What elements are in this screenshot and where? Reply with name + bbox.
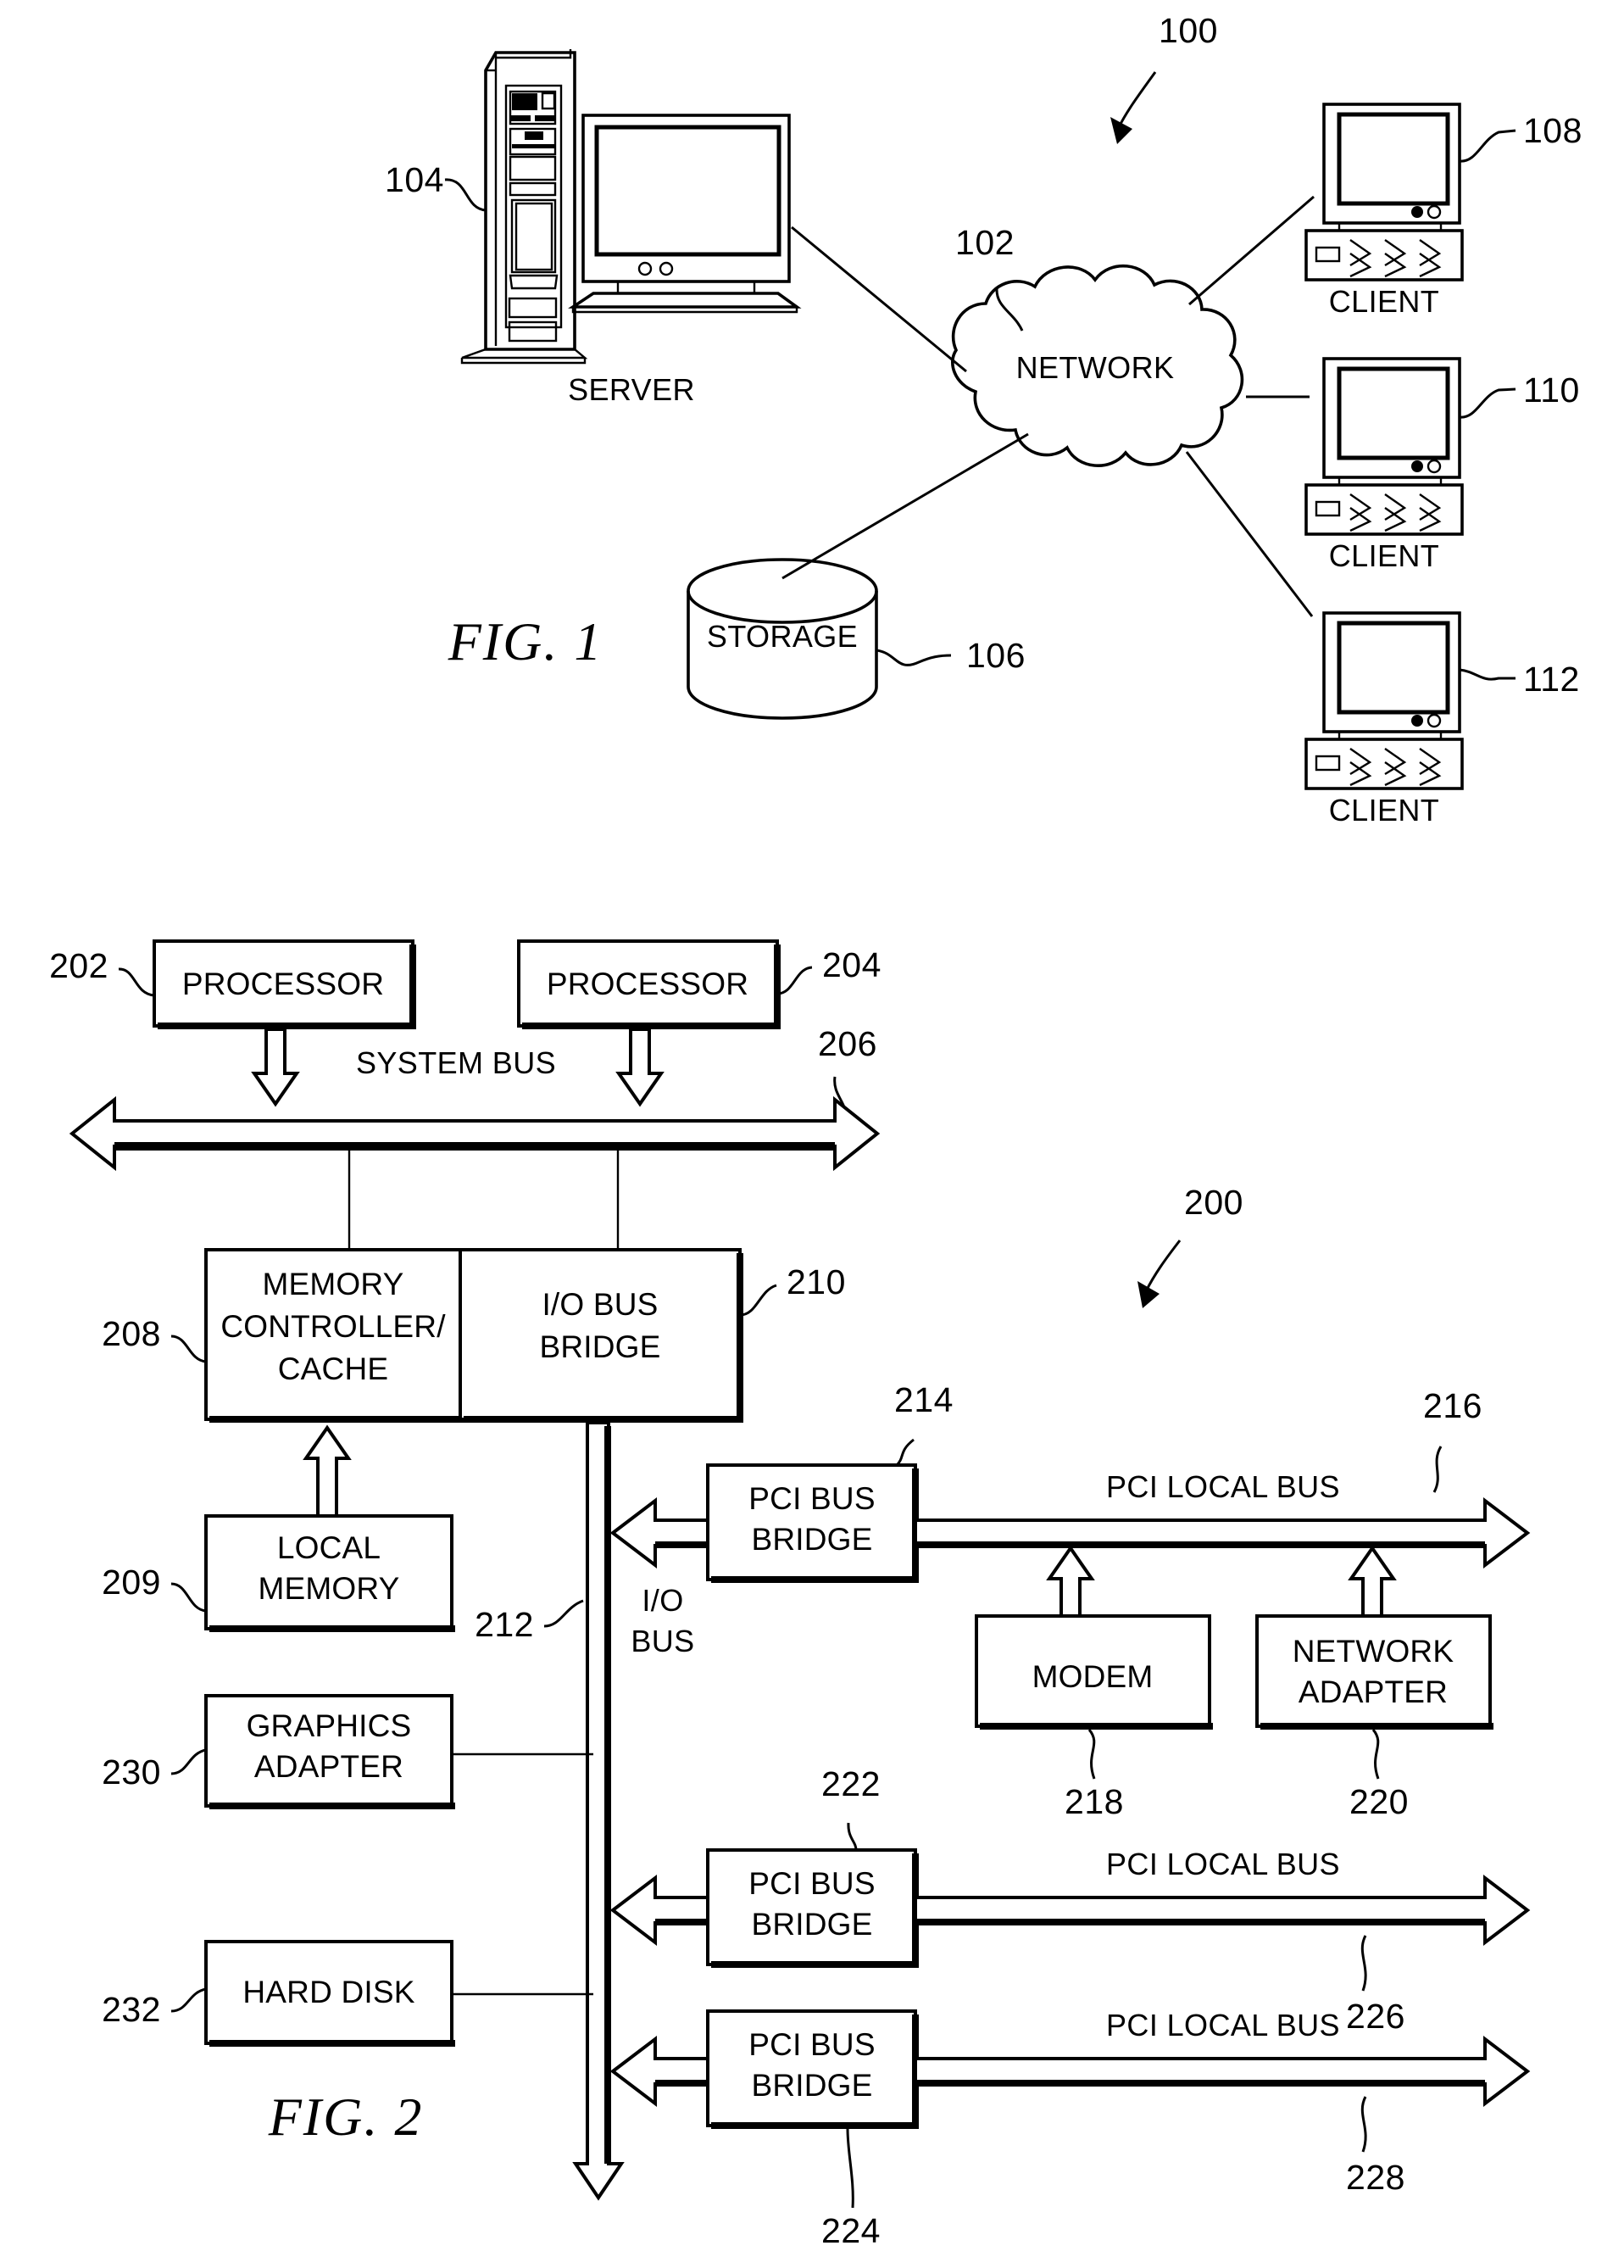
client-3-illustration: CLIENT bbox=[1304, 611, 1464, 828]
processor-2-to-bus-arrow bbox=[615, 1028, 665, 1107]
ref-104: 104 bbox=[385, 160, 444, 199]
system-bus-label: SYSTEM BUS bbox=[356, 1045, 556, 1080]
local-memory-line-1: LOCAL bbox=[277, 1530, 381, 1565]
ref-110: 110 bbox=[1523, 371, 1580, 410]
pci-bridge-1-line-1: PCI BUS bbox=[748, 1481, 875, 1516]
io-bus-bridge-line-2: BRIDGE bbox=[539, 1329, 660, 1364]
figure-2-group: 200 PROCESSOR 202 PROCESSOR 204 SYSTEM B… bbox=[49, 939, 1531, 2250]
ref-212: 212 bbox=[475, 1605, 534, 1644]
processor-2-label: PROCESSOR bbox=[547, 967, 748, 1001]
system-bus-arrow bbox=[69, 1095, 881, 1172]
pci-bus-bridge-3-block: PCI BUS BRIDGE bbox=[706, 2009, 919, 2129]
io-bus-line-1: I/O bbox=[642, 1583, 683, 1618]
pci-bus-bridge-2-block: PCI BUS BRIDGE bbox=[706, 1848, 919, 1968]
memory-controller-line-2: CONTROLLER/ bbox=[220, 1309, 446, 1344]
local-memory-line-2: MEMORY bbox=[258, 1571, 399, 1606]
pci-local-bus-1-arrow bbox=[914, 1496, 1531, 1569]
io-bus-bridge-line-1: I/O BUS bbox=[542, 1287, 658, 1322]
server-illustration: SERVER bbox=[460, 49, 802, 407]
ref-209: 209 bbox=[102, 1563, 161, 1602]
client-1-illustration: CLIENT bbox=[1304, 103, 1464, 319]
ref-108: 108 bbox=[1523, 111, 1582, 150]
pci-bridge-2-line-2: BRIDGE bbox=[751, 1907, 872, 1942]
pci-local-bus-3-label: PCI LOCAL BUS bbox=[1106, 2008, 1340, 2042]
pci-local-bus-1-label: PCI LOCAL BUS bbox=[1106, 1469, 1340, 1504]
ref-204: 204 bbox=[822, 945, 882, 984]
ref-222: 222 bbox=[821, 1764, 881, 1803]
graphics-adapter-block: GRAPHICS ADAPTER bbox=[204, 1694, 455, 1809]
storage-cylinder: STORAGE bbox=[687, 558, 878, 720]
ref-214: 214 bbox=[894, 1380, 954, 1419]
ref-208: 208 bbox=[102, 1314, 161, 1353]
pci-bridge-2-line-1: PCI BUS bbox=[748, 1866, 875, 1901]
pci-bridge-3-line-1: PCI BUS bbox=[748, 2027, 875, 2062]
modem-to-bus-arrow bbox=[1046, 1545, 1095, 1618]
memory-controller-line-1: MEMORY bbox=[262, 1267, 403, 1301]
processor-2-block: PROCESSOR bbox=[517, 939, 781, 1029]
processor-1-label: PROCESSOR bbox=[182, 967, 384, 1001]
memory-controller-line-3: CACHE bbox=[278, 1351, 389, 1386]
ref-200: 200 bbox=[1184, 1183, 1243, 1222]
modem-block: MODEM bbox=[975, 1614, 1213, 1730]
ref-206: 206 bbox=[818, 1024, 877, 1063]
hard-disk-label: HARD DISK bbox=[242, 1975, 414, 2009]
ref-220: 220 bbox=[1349, 1782, 1409, 1821]
processor-1-block: PROCESSOR bbox=[153, 939, 416, 1029]
pci-bridge-1-line-2: BRIDGE bbox=[751, 1522, 872, 1557]
hard-disk-block: HARD DISK bbox=[204, 1940, 455, 2047]
modem-label: MODEM bbox=[1032, 1659, 1154, 1694]
pci-local-bus-2-label: PCI LOCAL BUS bbox=[1106, 1847, 1340, 1881]
client-2-illustration: CLIENT bbox=[1304, 357, 1464, 573]
network-label: NETWORK bbox=[1016, 350, 1175, 385]
pci-bridge-2-left-arrow bbox=[609, 1874, 709, 1947]
pci-bridge-3-line-2: BRIDGE bbox=[751, 2068, 872, 2103]
local-memory-block: LOCAL MEMORY bbox=[204, 1514, 455, 1632]
pci-bus-bridge-1-block: PCI BUS BRIDGE bbox=[706, 1463, 919, 1583]
memory-controller-block: MEMORY CONTROLLER/ CACHE bbox=[204, 1248, 464, 1423]
io-bus-line-2: BUS bbox=[631, 1624, 694, 1658]
figure-2-caption: FIG. 2 bbox=[268, 2087, 424, 2147]
io-bus-bridge-block: I/O BUS BRIDGE bbox=[459, 1248, 743, 1423]
pci-bridge-3-left-arrow bbox=[609, 2035, 709, 2108]
network-adapter-to-bus-arrow bbox=[1348, 1545, 1397, 1618]
network-adapter-line-2: ADAPTER bbox=[1299, 1675, 1448, 1709]
processor-1-to-bus-arrow bbox=[251, 1028, 300, 1107]
ref-224: 224 bbox=[821, 2211, 881, 2250]
figure-1-group: 100 SERVER 104 NETWORK 102 STORAGE 106 C… bbox=[385, 11, 1582, 828]
network-adapter-line-1: NETWORK bbox=[1293, 1634, 1454, 1669]
ref-218: 218 bbox=[1065, 1782, 1124, 1821]
ref-210: 210 bbox=[787, 1262, 846, 1301]
ref-232: 232 bbox=[102, 1990, 161, 2029]
ref-112: 112 bbox=[1523, 660, 1580, 699]
graphics-adapter-line-2: ADAPTER bbox=[254, 1749, 403, 1784]
ref-216: 216 bbox=[1423, 1386, 1482, 1425]
network-adapter-block: NETWORK ADAPTER bbox=[1255, 1614, 1493, 1730]
ref-228: 228 bbox=[1346, 2158, 1405, 2197]
server-label: SERVER bbox=[568, 372, 695, 407]
client-3-label: CLIENT bbox=[1329, 793, 1439, 828]
ref-100: 100 bbox=[1159, 11, 1218, 50]
graphics-adapter-line-1: GRAPHICS bbox=[247, 1708, 412, 1743]
ref-202: 202 bbox=[49, 946, 108, 985]
client-1-label: CLIENT bbox=[1329, 284, 1439, 319]
io-bus-arrow bbox=[572, 1421, 625, 2201]
ref-106: 106 bbox=[966, 636, 1026, 675]
pci-local-bus-3-arrow bbox=[914, 2035, 1531, 2108]
ref-226: 226 bbox=[1346, 1997, 1405, 2036]
pci-bridge-1-left-arrow bbox=[609, 1496, 709, 1569]
ref-230: 230 bbox=[102, 1753, 161, 1792]
storage-label: STORAGE bbox=[707, 619, 858, 654]
pci-local-bus-2-arrow bbox=[914, 1874, 1531, 1947]
figure-1-caption: FIG. 1 bbox=[448, 611, 603, 671]
ref-102: 102 bbox=[955, 223, 1015, 262]
patent-figure-sheet: 100 SERVER 104 NETWORK 102 STORAGE 106 C… bbox=[0, 0, 1624, 2268]
client-2-label: CLIENT bbox=[1329, 538, 1439, 573]
local-memory-to-controller-arrow bbox=[303, 1424, 352, 1518]
